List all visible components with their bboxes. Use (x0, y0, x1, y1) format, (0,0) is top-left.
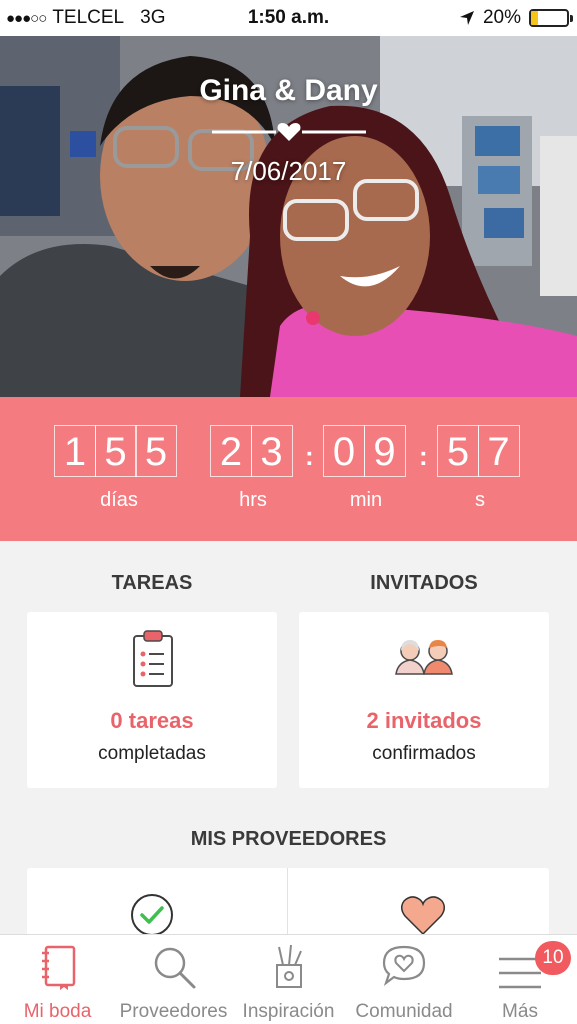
minutes-digit: 0 (323, 425, 365, 477)
tab-proveedores[interactable]: Proveedores (115, 935, 232, 1024)
guests-couple-icon (395, 640, 453, 675)
network-label: 3G (140, 7, 166, 28)
tab-inspiracion[interactable]: Inspiración (232, 935, 345, 1024)
location-arrow-icon (459, 11, 474, 25)
signal-dots-icon: ●●●○○ (6, 9, 47, 27)
carrier-label: TELCEL (52, 7, 125, 28)
heart-icon[interactable] (400, 894, 446, 936)
tasks-count: 0 tareas (110, 708, 194, 733)
heart-divider-icon (212, 123, 366, 141)
battery-percent: 20% (482, 7, 521, 28)
wedding-date: 7/06/2017 (230, 156, 347, 186)
tab-comunidad[interactable]: Comunidad (345, 935, 463, 1024)
vendors-section-title: MIS PROVEEDORES (190, 828, 387, 850)
seconds-digit: 7 (477, 425, 520, 477)
colon-separator: : (419, 441, 428, 471)
tab-label: Proveedores (119, 1001, 228, 1022)
search-icon (154, 947, 195, 989)
days-digits: 155 (54, 425, 177, 477)
clipboard-checklist-icon (133, 630, 173, 687)
seconds-label: s (475, 489, 485, 511)
seconds-digits: 57 (437, 425, 520, 477)
tab-label: Mi boda (23, 1001, 92, 1022)
couple-names: Gina & Dany (199, 74, 378, 107)
minutes-label: min (349, 489, 383, 511)
tab-mi-boda[interactable]: Mi boda (0, 935, 115, 1024)
battery-icon (529, 9, 573, 27)
check-circle-icon[interactable] (129, 892, 175, 938)
days-digit: 1 (54, 425, 96, 477)
minutes-digit: 9 (363, 425, 406, 477)
notification-badge: 10 (535, 941, 571, 975)
guests-count: 2 invitados (366, 708, 482, 733)
tab-label: Más (502, 1001, 538, 1022)
hours-label: hrs (239, 489, 267, 511)
days-digit: 5 (94, 425, 137, 477)
pencil-cup-icon (275, 944, 302, 988)
guests-card[interactable]: 2 invitados confirmados (299, 612, 549, 788)
tab-label: Inspiración (242, 1001, 335, 1022)
wedding-countdown: 155 23 : 09 : 57 días hrs min s (0, 397, 577, 541)
tab-mas[interactable]: 10 Más (463, 935, 577, 1024)
hours-digits: 23 (210, 425, 293, 477)
tab-label: Comunidad (355, 1001, 453, 1022)
hours-digit: 3 (250, 425, 293, 477)
hours-digit: 2 (210, 425, 252, 477)
colon-separator: : (305, 441, 314, 471)
days-label: días (100, 489, 138, 511)
status-bar: ●●●○○ TELCEL 3G 1:50 a.m. 20% (0, 0, 577, 36)
notebook-icon (41, 945, 75, 990)
tasks-caption: completadas (98, 743, 206, 764)
battery-fill (531, 11, 539, 25)
guests-section-title: INVITADOS (370, 572, 478, 594)
chat-heart-icon (382, 945, 426, 986)
tab-bar: Mi boda Proveedores Inspiración Comunida… (0, 934, 577, 1024)
seconds-digit: 5 (437, 425, 479, 477)
guests-caption: confirmados (372, 743, 476, 764)
tasks-section-title: TAREAS (111, 572, 193, 594)
tasks-card[interactable]: 0 tareas completadas (27, 612, 277, 788)
minutes-digits: 09 (323, 425, 406, 477)
couple-photo-header[interactable]: Gina & Dany 7/06/2017 (0, 36, 577, 397)
days-digit: 5 (135, 425, 177, 477)
